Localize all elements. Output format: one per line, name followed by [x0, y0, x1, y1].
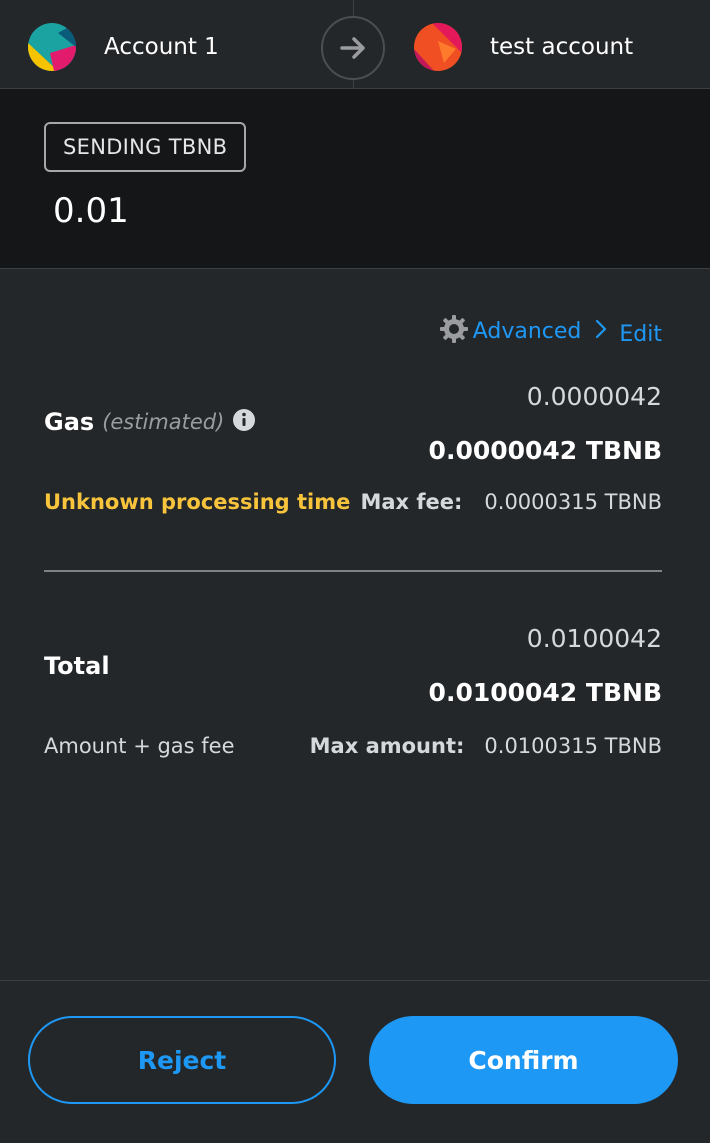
account-header: Account 1 test account — [0, 0, 710, 89]
send-amount: 0.01 — [53, 191, 129, 231]
max-amount-value: 0.0100315 TBNB — [484, 734, 662, 758]
max-fee-label: Max fee: — [360, 490, 463, 514]
total-subtitle: Amount + gas fee — [44, 734, 235, 758]
total-title: Total — [44, 652, 110, 680]
edit-gas-link[interactable]: Edit — [619, 322, 662, 347]
max-amount-row: Max amount: 0.0100315 TBNB — [310, 734, 662, 758]
info-icon[interactable] — [232, 408, 256, 436]
gas-estimate-value: 0.0000042 — [526, 382, 662, 411]
reject-button[interactable]: Reject — [28, 1016, 336, 1104]
chevron-right-icon — [595, 319, 607, 343]
footer: Reject Confirm — [0, 980, 710, 1143]
send-summary: SENDING TBNB 0.01 — [0, 89, 710, 269]
advanced-edit-row: Advanced Edit — [438, 313, 662, 349]
gas-native-value: 0.0000042 TBNB — [428, 436, 662, 465]
recipient-avatar — [414, 23, 462, 71]
gas-estimated-label: (estimated) — [102, 410, 225, 434]
gas-title: Gas — [44, 408, 95, 436]
section-divider — [44, 570, 662, 572]
gear-icon[interactable] — [438, 313, 470, 349]
sending-badge: SENDING TBNB — [44, 122, 247, 172]
total-estimate-value: 0.0100042 — [526, 624, 662, 653]
gas-label-group: Gas (estimated) — [44, 408, 256, 436]
recipient-account-name: test account — [490, 34, 634, 60]
max-fee-row: Max fee: 0.0000315 TBNB — [360, 490, 662, 514]
processing-time-label: Unknown processing time — [44, 490, 351, 514]
confirm-button[interactable]: Confirm — [369, 1016, 678, 1104]
advanced-link[interactable]: Advanced — [473, 319, 582, 344]
max-amount-label: Max amount: — [309, 734, 465, 758]
sender-avatar — [28, 23, 76, 71]
sender-account-name: Account 1 — [104, 34, 219, 60]
max-fee-value: 0.0000315 TBNB — [484, 490, 662, 514]
arrow-right-icon — [321, 16, 385, 80]
total-native-value: 0.0100042 TBNB — [428, 678, 662, 707]
